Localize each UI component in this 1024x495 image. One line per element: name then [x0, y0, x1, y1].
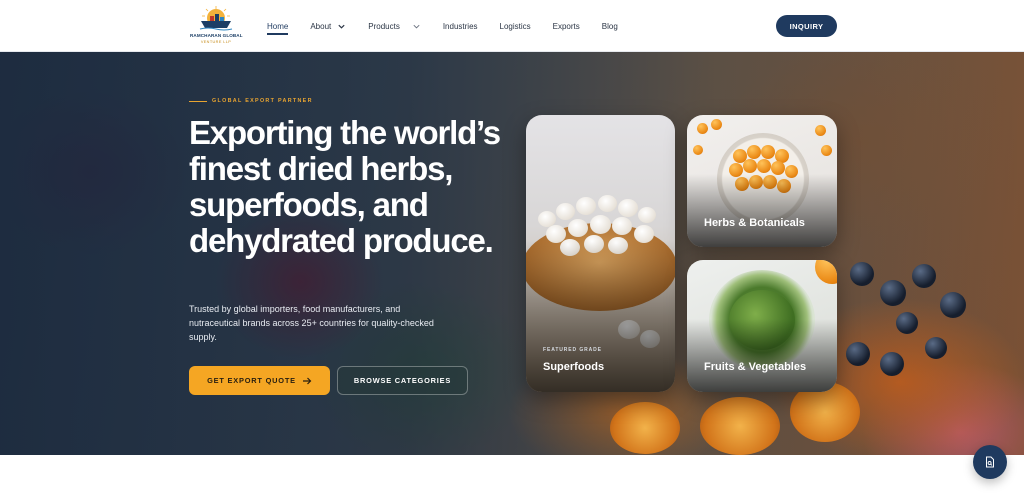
nav-industries[interactable]: Industries	[443, 0, 478, 52]
hero-section: GLOBAL EXPORT PARTNER Exporting the worl…	[0, 52, 1024, 455]
blueberry-decoration	[940, 292, 966, 318]
nav-about-label: About	[310, 21, 332, 31]
eyebrow-dash	[189, 100, 207, 102]
nav-products[interactable]: Products	[368, 0, 421, 52]
brand-logo[interactable]: RAMCHARAN GLOBAL VENTURE LLP	[190, 6, 243, 46]
berry-image	[747, 145, 761, 159]
hero-subcopy: Trusted by global importers, food manufa…	[189, 304, 434, 342]
nav-home[interactable]: Home	[267, 0, 289, 52]
main-nav: Home About Products Industries Logistics…	[267, 0, 640, 52]
makhana-image	[618, 199, 638, 217]
arrow-right-icon	[302, 377, 312, 384]
blueberry-decoration	[880, 352, 904, 376]
makhana-image	[590, 215, 611, 234]
nav-products-label: Products	[368, 21, 400, 31]
hero-eyebrow-text: GLOBAL EXPORT PARTNER	[212, 98, 313, 104]
inquiry-button[interactable]: INQUIRY	[776, 15, 837, 37]
hero-eyebrow: GLOBAL EXPORT PARTNER	[189, 98, 313, 104]
dried-fruit-slice-decoration	[610, 402, 680, 454]
berry-image	[693, 145, 703, 155]
card-gradient	[687, 174, 837, 247]
floating-action-button[interactable]	[973, 445, 1007, 479]
berry-image	[761, 145, 775, 159]
brand-subtitle: VENTURE LLP	[200, 40, 232, 44]
chevron-down-icon	[413, 24, 420, 28]
makhana-image	[612, 217, 632, 235]
superfoods-title: Superfoods	[543, 361, 605, 373]
blueberry-decoration	[846, 342, 870, 366]
get-export-quote-label: GET EXPORT QUOTE	[207, 376, 296, 385]
ship-logo-icon	[199, 6, 233, 31]
nav-exports[interactable]: Exports	[553, 0, 580, 52]
nav-blog-label: Blog	[601, 21, 618, 31]
featured-grade-label: FEATURED GRADE	[543, 347, 602, 353]
blueberry-decoration	[925, 337, 947, 359]
category-card-superfoods[interactable]: FEATURED GRADE Superfoods	[526, 115, 675, 392]
nav-industries-label: Industries	[442, 21, 478, 31]
berry-image	[743, 159, 757, 173]
browse-categories-button[interactable]: BROWSE CATEGORIES	[337, 366, 468, 395]
makhana-image	[638, 207, 656, 223]
category-card-herbs-botanicals[interactable]: Herbs & Botanicals	[687, 115, 837, 247]
berry-image	[711, 119, 722, 130]
berry-image	[815, 125, 826, 136]
dried-fruit-slice-decoration	[700, 397, 780, 455]
brand-name: RAMCHARAN GLOBAL	[190, 33, 243, 38]
category-card-fruits-vegetables[interactable]: Fruits & Vegetables	[687, 260, 837, 392]
nav-exports-label: Exports	[552, 21, 580, 31]
makhana-image	[576, 197, 596, 215]
nav-home-label: Home	[267, 21, 289, 31]
fruits-vegetables-title: Fruits & Vegetables	[704, 361, 807, 373]
makhana-image	[598, 195, 617, 212]
berry-image	[697, 123, 708, 134]
blueberry-decoration	[880, 280, 906, 306]
browse-categories-label: BROWSE CATEGORIES	[353, 376, 452, 385]
berry-image	[771, 161, 785, 175]
berry-image	[757, 159, 771, 173]
document-search-icon	[986, 456, 994, 468]
nav-blog[interactable]: Blog	[602, 0, 618, 52]
chevron-down-icon	[338, 24, 345, 29]
herbs-botanicals-title: Herbs & Botanicals	[704, 217, 805, 229]
get-export-quote-button[interactable]: GET EXPORT QUOTE	[189, 366, 330, 395]
blueberry-decoration	[850, 262, 874, 286]
berry-image	[821, 145, 832, 156]
nav-logistics[interactable]: Logistics	[500, 0, 531, 52]
blueberry-decoration	[912, 264, 936, 288]
nav-about[interactable]: About	[310, 0, 346, 52]
blueberry-decoration	[896, 312, 918, 334]
makhana-image	[568, 219, 588, 237]
nav-logistics-label: Logistics	[499, 21, 531, 31]
card-gradient	[687, 319, 837, 392]
makhana-image	[556, 203, 575, 220]
orange-slice-image	[815, 260, 837, 284]
site-header: RAMCHARAN GLOBAL VENTURE LLP Home About …	[0, 0, 1024, 52]
hero-headline: Exporting the world’s finest dried herbs…	[189, 114, 501, 259]
